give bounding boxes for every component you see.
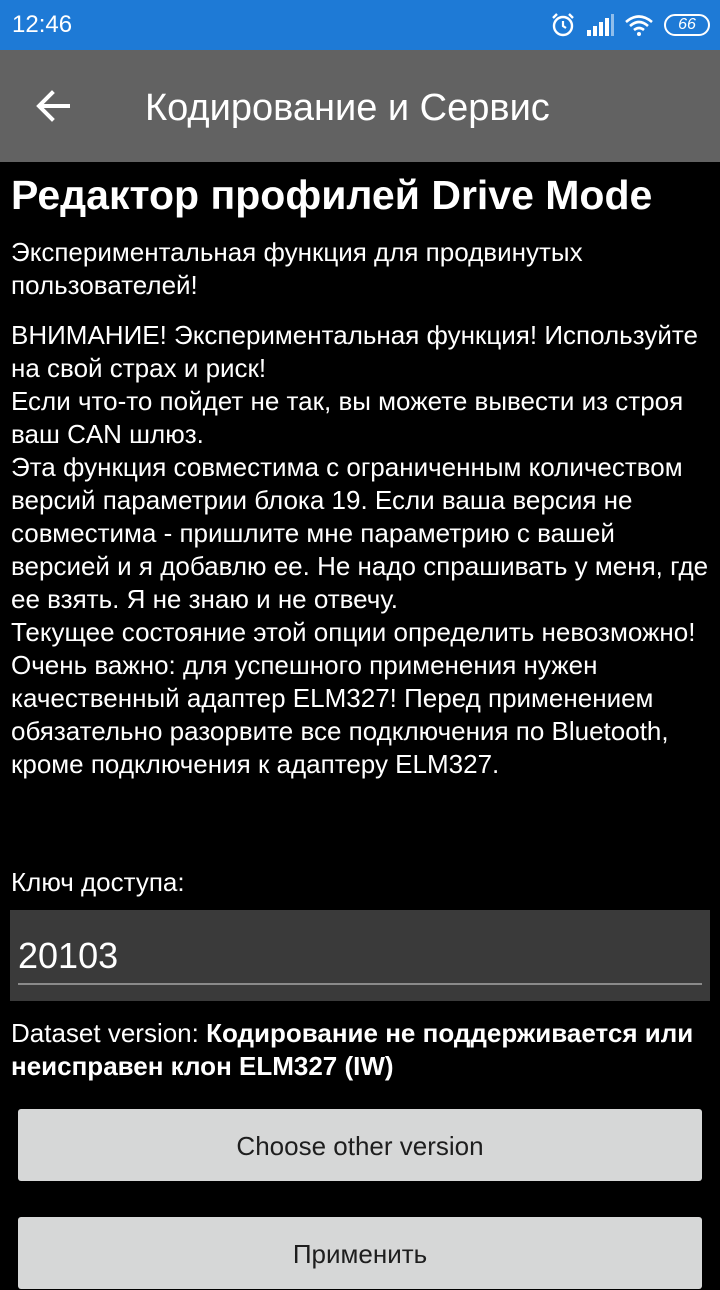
signal-icon bbox=[586, 14, 614, 36]
warning-line: Эта функция совместима с ограниченным ко… bbox=[11, 452, 709, 614]
alarm-icon bbox=[550, 12, 576, 38]
app-bar: Кодирование и Сервис bbox=[0, 50, 720, 162]
input-underline bbox=[18, 983, 702, 985]
access-key-field bbox=[10, 910, 710, 1001]
battery-icon: 66 bbox=[664, 14, 710, 36]
warning-line: Очень важно: для успешного применения ну… bbox=[11, 650, 669, 779]
dataset-version-label: Dataset version: bbox=[11, 1018, 207, 1048]
status-time: 12:46 bbox=[12, 11, 73, 38]
section-heading: Редактор профилей Drive Mode bbox=[11, 172, 653, 218]
warning-line: ВНИМАНИЕ! Экспериментальная функция! Исп… bbox=[11, 320, 698, 383]
warning-text: ВНИМАНИЕ! Экспериментальная функция! Исп… bbox=[11, 319, 716, 781]
access-key-label: Ключ доступа: bbox=[11, 867, 185, 897]
warning-line: Если что-то пойдет не так, вы можете выв… bbox=[11, 386, 684, 449]
status-icons: 66 bbox=[550, 10, 710, 40]
dataset-version-text: Dataset version: Кодирование не поддержи… bbox=[11, 1017, 711, 1083]
subtitle-text: Экспериментальная функция для продвинуты… bbox=[11, 237, 583, 300]
page-title: Кодирование и Сервис bbox=[145, 87, 550, 129]
apply-button[interactable]: Применить bbox=[18, 1217, 702, 1289]
warning-line: Текущее состояние этой опции определить … bbox=[11, 617, 696, 647]
arrow-left-icon[interactable] bbox=[30, 84, 78, 128]
access-key-input[interactable] bbox=[18, 932, 702, 980]
status-bar: 12:46 66 bbox=[0, 0, 720, 50]
choose-other-version-button[interactable]: Choose other version bbox=[18, 1109, 702, 1181]
wifi-icon bbox=[624, 14, 654, 36]
